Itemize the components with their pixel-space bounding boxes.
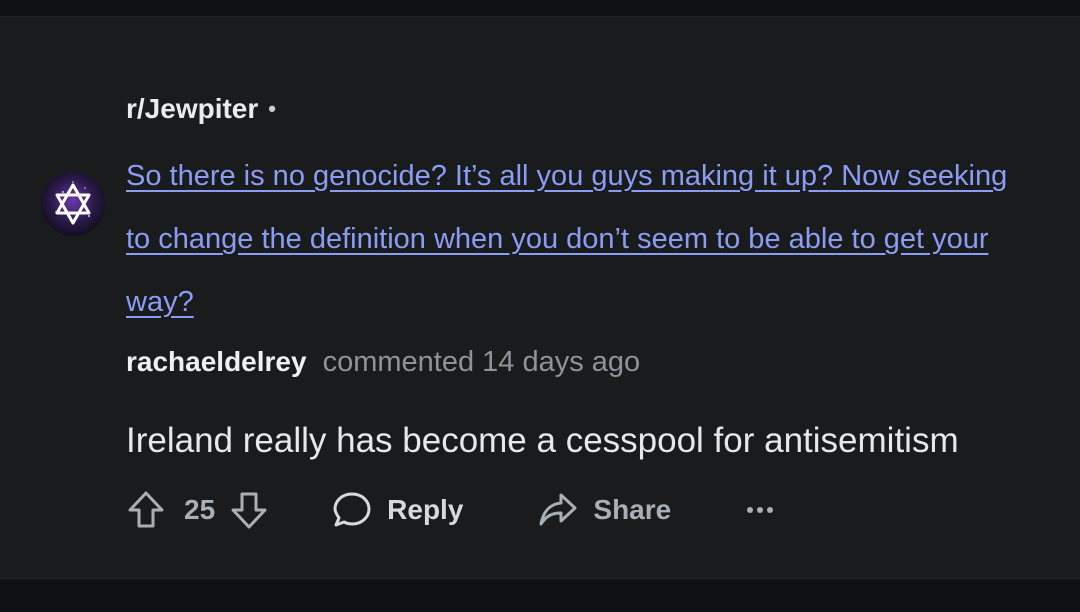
comment-body: Ireland really has become a cesspool for… xyxy=(126,421,959,460)
reply-label: Reply xyxy=(387,494,464,525)
separator-dot: • xyxy=(268,96,276,121)
reply-button[interactable]: Reply xyxy=(331,489,463,531)
more-options-button[interactable] xyxy=(745,504,775,516)
ellipsis-icon xyxy=(745,504,775,516)
subreddit-avatar[interactable] xyxy=(41,172,105,236)
downvote-arrow-icon[interactable] xyxy=(229,489,269,531)
share-label: Share xyxy=(593,494,672,525)
comment-meta: rachaeldelrey commented 14 days ago xyxy=(126,342,640,382)
comment-author[interactable]: rachaeldelrey xyxy=(126,346,307,378)
post-header: r/Jewpiter • xyxy=(126,91,276,127)
speech-bubble-icon xyxy=(331,489,373,531)
post-title-link[interactable]: So there is no genocide? It’s all you gu… xyxy=(126,145,1036,334)
share-arrow-icon xyxy=(537,489,579,531)
top-divider xyxy=(0,0,1080,17)
upvote-arrow-icon[interactable] xyxy=(126,489,166,531)
subreddit-name[interactable]: r/Jewpiter xyxy=(126,93,258,125)
star-of-david-icon xyxy=(55,181,91,225)
comment-timestamp: commented 14 days ago xyxy=(322,345,641,378)
comment-actions: 25 Reply Share xyxy=(126,487,775,533)
comment-card: r/Jewpiter • So there is no genocide? It… xyxy=(0,17,1080,578)
bottom-divider xyxy=(0,578,1080,612)
vote-count: 25 xyxy=(184,494,216,525)
share-button[interactable]: Share xyxy=(537,489,671,531)
